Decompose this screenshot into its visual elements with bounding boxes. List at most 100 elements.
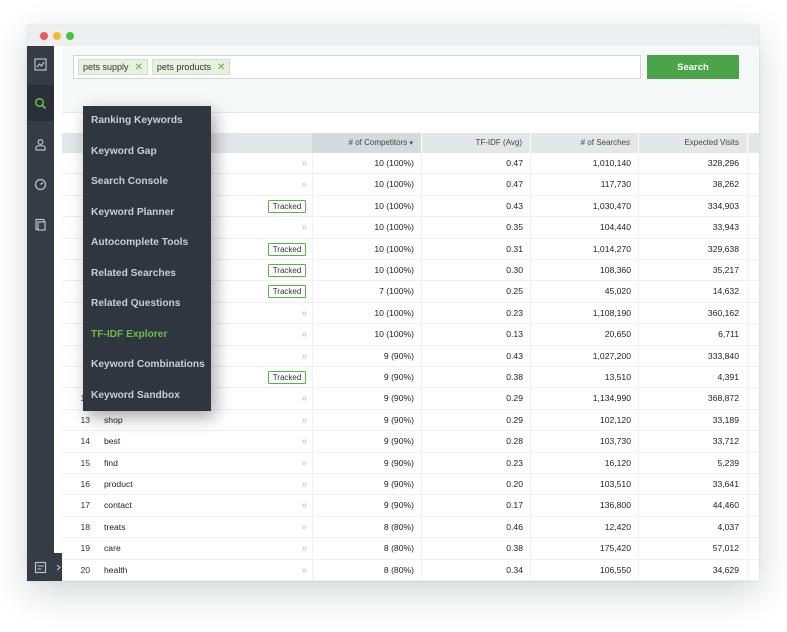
add-to-tracking-icon[interactable]: » — [286, 560, 307, 581]
rail-item-notes[interactable] — [27, 552, 54, 581]
tracked-badge: Tracked — [268, 199, 306, 213]
title-bar — [27, 25, 759, 46]
searches-cell: 117,730 — [600, 179, 631, 190]
tfidf-cell: 0.31 — [506, 243, 523, 254]
menu-item-related-searches[interactable]: Related Searches — [91, 259, 209, 290]
searches-cell: 175,420 — [599, 543, 631, 554]
tfidf-cell: 0.43 — [506, 200, 523, 211]
add-to-tracking-icon[interactable]: » — [286, 217, 307, 238]
competitors-cell: 8 (80%) — [383, 521, 414, 532]
tracked-badge: Tracked — [268, 371, 306, 384]
remove-chip-icon[interactable]: ✕ — [135, 62, 143, 73]
remove-chip-icon[interactable]: ✕ — [217, 62, 225, 73]
add-to-tracking-icon[interactable]: » — [286, 174, 307, 195]
searches-cell: 12,420 — [604, 521, 631, 532]
close-window-button[interactable] — [40, 32, 48, 40]
menu-item-tfidf-explorer[interactable]: TF-IDF Explorer — [91, 320, 209, 351]
visits-cell: 57,012 — [712, 543, 739, 554]
competitors-cell: 10 (100%) — [374, 179, 414, 190]
menu-item-search-console[interactable]: Search Console — [91, 167, 209, 198]
keyword-cell: find — [104, 457, 118, 468]
table-row[interactable]: 16 product » 9 (90%) 0.20 103,510 33,641 — [62, 474, 759, 496]
table-row[interactable]: 18 treats » 8 (80%) 0.46 12,420 4,037 — [62, 516, 759, 539]
competitors-cell: 10 (100%) — [374, 158, 414, 168]
searches-cell: 13,510 — [604, 372, 631, 382]
table-row[interactable]: 15 find » 9 (90%) 0.23 16,120 5,239 — [62, 452, 759, 474]
tfidf-cell: 0.28 — [506, 436, 523, 447]
table-row[interactable]: 17 contact » 9 (90%) 0.17 136,800 44,460 — [62, 495, 759, 517]
searches-cell: 20,650 — [604, 329, 631, 340]
tfidf-cell: 0.17 — [506, 500, 523, 511]
visits-cell: 35,217 — [712, 265, 739, 275]
add-to-tracking-icon[interactable]: » — [286, 303, 307, 324]
add-to-tracking-icon[interactable]: » — [286, 410, 307, 431]
searches-cell: 45,020 — [604, 286, 631, 297]
search-button[interactable]: Search — [647, 55, 739, 79]
maximize-window-button[interactable] — [66, 32, 74, 40]
rail-item-keyword-research[interactable] — [27, 85, 54, 121]
visits-cell: 38,262 — [712, 179, 739, 190]
app-window: pets supply ✕ pets products ✕ Search # o… — [27, 25, 759, 581]
add-to-tracking-icon[interactable]: » — [286, 431, 307, 452]
searches-cell: 136,800 — [599, 500, 631, 511]
competitors-cell: 10 (100%) — [374, 200, 414, 211]
menu-item-keyword-combinations[interactable]: Keyword Combinations — [91, 350, 209, 381]
add-to-tracking-icon[interactable]: » — [286, 324, 307, 345]
add-to-tracking-icon[interactable]: » — [286, 474, 307, 495]
expand-rail-button[interactable] — [54, 553, 62, 581]
menu-item-keyword-sandbox[interactable]: Keyword Sandbox — [91, 381, 209, 412]
tracked-badge: Tracked — [268, 264, 306, 277]
competitors-cell: 10 (100%) — [374, 307, 414, 318]
competitors-cell: 9 (90%) — [383, 436, 414, 447]
add-to-tracking-icon[interactable]: » — [286, 153, 307, 174]
tfidf-cell: 0.38 — [506, 372, 523, 382]
rail-item-reports[interactable] — [27, 206, 54, 242]
menu-item-keyword-gap[interactable]: Keyword Gap — [91, 137, 209, 168]
add-to-tracking-icon[interactable]: » — [286, 517, 307, 538]
menu-item-related-questions[interactable]: Related Questions — [91, 289, 209, 320]
menu-item-autocomplete-tools[interactable]: Autocomplete Tools — [91, 228, 209, 259]
competitors-cell: 9 (90%) — [383, 500, 414, 511]
table-row[interactable]: 14 best » 9 (90%) 0.28 103,730 33,712 — [62, 431, 759, 453]
menu-item-keyword-planner[interactable]: Keyword Planner — [91, 198, 209, 229]
table-row[interactable]: 20 health » 8 (80%) 0.34 106,550 34,629 — [62, 559, 759, 581]
keyword-cell: care — [104, 543, 121, 554]
keyword-chip[interactable]: pets supply ✕ — [78, 59, 148, 75]
column-header-visits[interactable]: Expected Visits — [638, 133, 747, 153]
searches-cell: 1,134,990 — [592, 393, 631, 404]
searches-cell: 103,730 — [599, 436, 631, 447]
pages-icon — [35, 218, 46, 231]
competitors-cell: 10 (100%) — [374, 243, 414, 254]
column-header-label: # of Searches — [580, 138, 630, 147]
searches-cell: 1,010,140 — [592, 158, 631, 168]
tfidf-cell: 0.23 — [506, 307, 523, 318]
add-to-tracking-icon[interactable]: » — [286, 495, 307, 516]
searches-cell: 104,440 — [599, 222, 631, 233]
add-to-tracking-icon[interactable]: » — [286, 388, 307, 409]
tfidf-cell: 0.29 — [506, 414, 523, 425]
minimize-window-button[interactable] — [53, 32, 61, 40]
menu-item-ranking-keywords[interactable]: Ranking Keywords — [91, 106, 209, 137]
keyword-search-input[interactable]: pets supply ✕ pets products ✕ — [73, 55, 641, 79]
table-row[interactable]: 13 shop » 9 (90%) 0.29 102,120 33,189 — [62, 409, 759, 432]
column-header-tfidf[interactable]: TF-IDF (Avg) — [421, 133, 530, 153]
rail-item-rank-tracking[interactable] — [27, 46, 54, 82]
row-index: 19 — [80, 543, 90, 554]
visits-cell: 368,872 — [707, 393, 739, 404]
add-to-tracking-icon[interactable]: » — [286, 538, 307, 559]
searches-cell: 106,550 — [599, 564, 631, 575]
tfidf-cell: 0.38 — [506, 543, 523, 554]
tfidf-cell: 0.30 — [506, 265, 523, 275]
visits-cell: 4,037 — [717, 521, 739, 532]
column-header-searches[interactable]: # of Searches — [530, 133, 638, 153]
visits-cell: 34,629 — [712, 564, 739, 575]
competitors-cell: 7 (100%) — [379, 286, 414, 297]
add-to-tracking-icon[interactable]: » — [286, 453, 307, 474]
rail-item-competitors[interactable] — [27, 126, 54, 162]
keyword-chip[interactable]: pets products ✕ — [151, 59, 231, 75]
add-to-tracking-icon[interactable]: » — [286, 346, 307, 367]
rail-item-site-audit[interactable] — [27, 166, 54, 202]
column-header-competitors[interactable]: # of Competitors ▾ — [312, 133, 421, 153]
search-toolbar: pets supply ✕ pets products ✕ Search — [62, 46, 759, 113]
table-row[interactable]: 19 care » 8 (80%) 0.38 175,420 57,012 — [62, 538, 759, 560]
